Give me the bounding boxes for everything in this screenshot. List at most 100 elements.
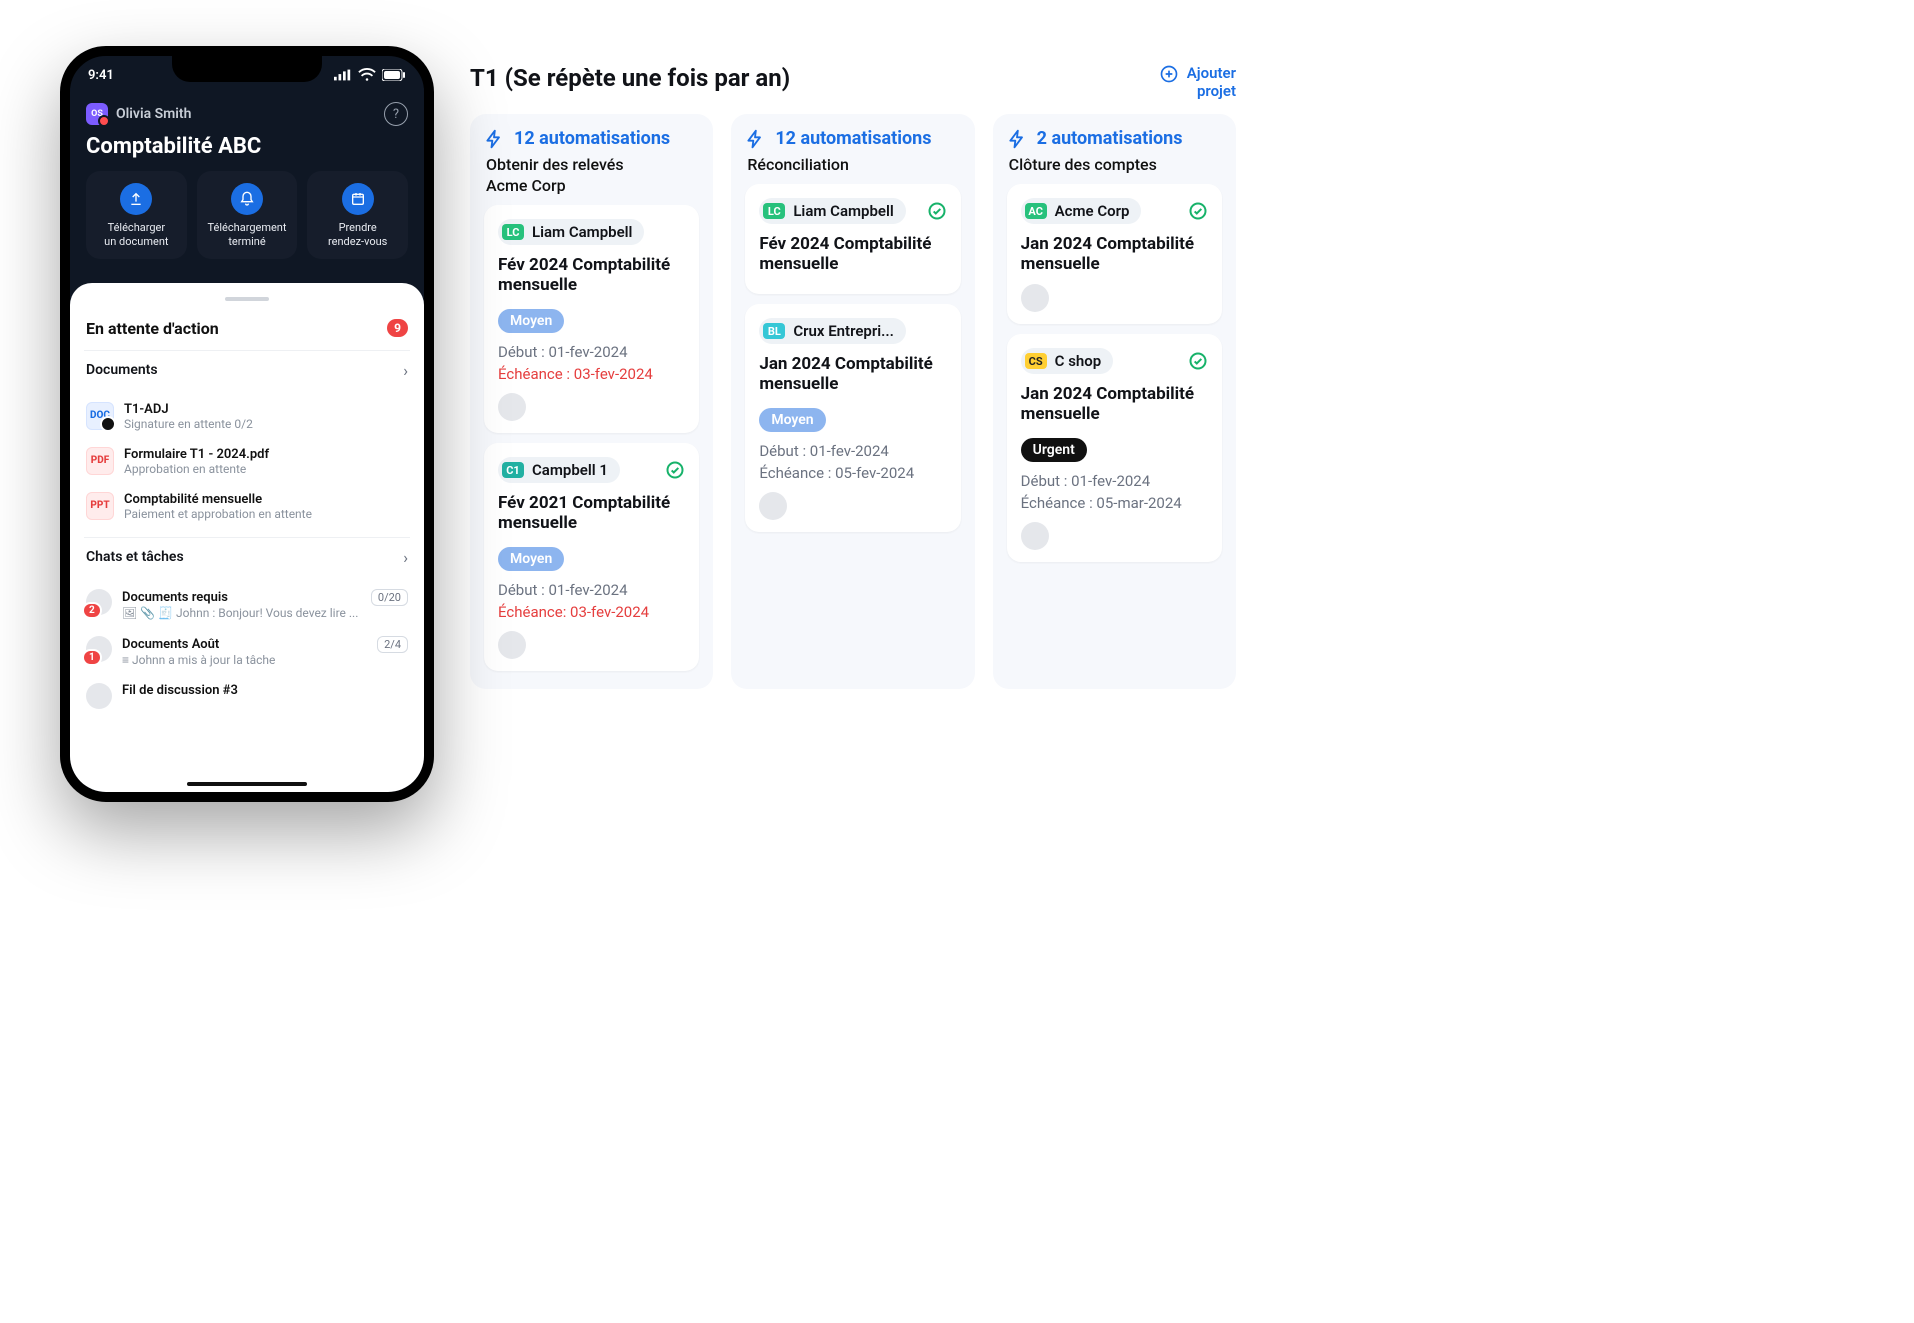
bell-icon [231,183,263,215]
avatar [1021,522,1049,550]
ui-composite: T1 (Se répète une fois par an) Ajouter p… [0,0,1280,820]
chats-list: 2 Documents requis 0/20 🖼 📎 🧾 Johnn : Bo… [84,581,410,717]
assignee-name: Campbell 1 [532,461,608,479]
assignee-name: Liam Campbell [532,223,632,241]
assignee-chip[interactable]: LC Liam Campbell [498,219,644,245]
workspace-title: Comptabilité ABC [86,134,408,159]
phone-notch [172,56,322,82]
card-due-date: Échéance : 05-fev-2024 [759,464,946,482]
assignee-initials: LC [502,224,524,240]
chat-title: Fil de discussion #3 [122,683,238,698]
card-title: Fév 2024 Comptabilité mensuelle [498,255,685,295]
quick-actions: Téléchargerun document Téléchargementter… [86,171,408,269]
assignee-initials: C1 [502,462,524,478]
add-project-line2: projet [1197,82,1236,100]
sheet-grabber[interactable] [225,297,269,301]
pending-title: En attente d'action [86,319,219,338]
priority-badge: Urgent [1021,438,1087,462]
document-status: Paiement et approbation en attente [124,507,312,521]
document-row[interactable]: PPT Comptabilité mensuelle Paiement et a… [84,484,410,529]
quick-action-calendar[interactable]: Prendrerendez-vous [307,171,408,259]
pending-section-header[interactable]: En attente d'action 9 [84,313,410,344]
assignee-name: Crux Entrepri... [793,322,894,340]
user-chip[interactable]: OS Olivia Smith [86,103,191,125]
chats-section-header[interactable]: Chats et tâches › [84,537,410,577]
column-subtitle: Obtenir des relevés [486,155,697,174]
assignee-chip[interactable]: CS C shop [1021,348,1114,374]
assignee-chip[interactable]: AC Acme Corp [1021,198,1142,224]
quick-action-upload[interactable]: Téléchargerun document [86,171,187,259]
column-automations[interactable]: 12 automatisations [745,128,960,149]
battery-icon [382,69,406,81]
board-title: T1 (Se répète une fois par an) [470,64,790,92]
documents-section-header[interactable]: Documents › [84,350,410,390]
card-due-date: Échéance : 05-mar-2024 [1021,494,1208,512]
priority-badge: Moyen [498,547,564,571]
task-card[interactable]: LC Liam Campbell Fév 2024 Comptabilité m… [745,184,960,294]
check-circle-icon [927,201,947,221]
document-row[interactable]: PDF Formulaire T1 - 2024.pdf Approbation… [84,439,410,484]
phone-header: OS Olivia Smith ? Comptabilité ABC Téléc… [70,88,424,283]
file-doc1-icon: DOC [86,402,114,430]
quick-action-label: Téléchargementterminé [203,221,292,249]
quick-action-label: Téléchargerun document [92,221,181,249]
check-circle-icon [665,460,685,480]
task-card[interactable]: C1 Campbell 1 Fév 2021 Comptabilité mens… [484,443,699,671]
task-card[interactable]: CS C shop Jan 2024 Comptabilité mensuell… [1007,334,1222,562]
chat-preview: ≡ Johnn a mis à jour la tâche [122,653,408,667]
card-start-date: Début : 01-fev-2024 [498,343,685,361]
status-time: 9:41 [88,68,114,83]
wifi-icon [358,66,376,84]
quick-action-bell[interactable]: Téléchargementterminé [197,171,298,259]
card-title: Fév 2021 Comptabilité mensuelle [498,493,685,533]
document-status: Signature en attente 0/2 [124,417,253,431]
signal-icon [334,66,352,84]
add-project-line1: Ajouter [1187,64,1236,82]
avatar [498,393,526,421]
chat-row[interactable]: Fil de discussion #3 [84,675,410,717]
chats-title: Chats et tâches [86,549,184,565]
assignee-chip[interactable]: C1 Campbell 1 [498,457,620,483]
task-card[interactable]: BL Crux Entrepri... Jan 2024 Comptabilit… [745,304,960,532]
column-automations[interactable]: 12 automatisations [484,128,699,149]
card-start-date: Début : 01-fev-2024 [759,442,946,460]
user-avatar-initials: OS [86,103,108,125]
document-title: Formulaire T1 - 2024.pdf [124,447,269,462]
documents-list: DOC T1-ADJ Signature en attente 0/2PDF F… [84,394,410,529]
card-title: Jan 2024 Comptabilité mensuelle [759,354,946,394]
quick-action-label: Prendrerendez-vous [313,221,402,249]
bolt-icon [484,129,504,149]
check-circle-icon [1188,351,1208,371]
column-automations[interactable]: 2 automatisations [1007,128,1222,149]
avatar [1021,284,1049,312]
documents-title: Documents [86,362,158,378]
document-title: T1-ADJ [124,402,253,417]
assignee-initials: LC [763,203,785,219]
board-column: 12 automatisations Obtenir des relevés Acm… [470,114,713,689]
board-column: 12 automatisationsRéconciliation LC Liam… [731,114,974,689]
assignee-chip[interactable]: LC Liam Campbell [759,198,905,224]
assignee-initials: BL [763,323,785,339]
file-pdf-icon: PDF [86,447,114,475]
chat-title: Documents Août [122,637,219,652]
card-start-date: Début : 01-fev-2024 [498,581,685,599]
chat-row[interactable]: 1 Documents Août 2/4 ≡ Johnn a mis à jou… [84,628,410,675]
upload-icon [120,183,152,215]
document-row[interactable]: DOC T1-ADJ Signature en attente 0/2 [84,394,410,439]
home-indicator[interactable] [187,782,307,786]
task-card[interactable]: AC Acme Corp Jan 2024 Comptabilité mensu… [1007,184,1222,324]
assignee-chip[interactable]: BL Crux Entrepri... [759,318,906,344]
phone-body: En attente d'action 9 Documents › DOC T1… [70,283,424,803]
task-card[interactable]: LC Liam Campbell Fév 2024 Comptabilité m… [484,205,699,433]
help-button[interactable]: ? [384,102,408,126]
card-title: Jan 2024 Comptabilité mensuelle [1021,384,1208,424]
unread-badge: 2 [82,602,102,619]
calendar-icon [342,183,374,215]
add-project-button[interactable]: Ajouter projet [1159,64,1236,100]
card-title: Jan 2024 Comptabilité mensuelle [1021,234,1208,274]
plus-circle-icon [1159,64,1179,84]
column-subtitle: Clôture des comptes [1009,155,1220,174]
column-subtitle-secondary: Acme Corp [486,176,697,195]
chat-row[interactable]: 2 Documents requis 0/20 🖼 📎 🧾 Johnn : Bo… [84,581,410,628]
avatar [498,631,526,659]
